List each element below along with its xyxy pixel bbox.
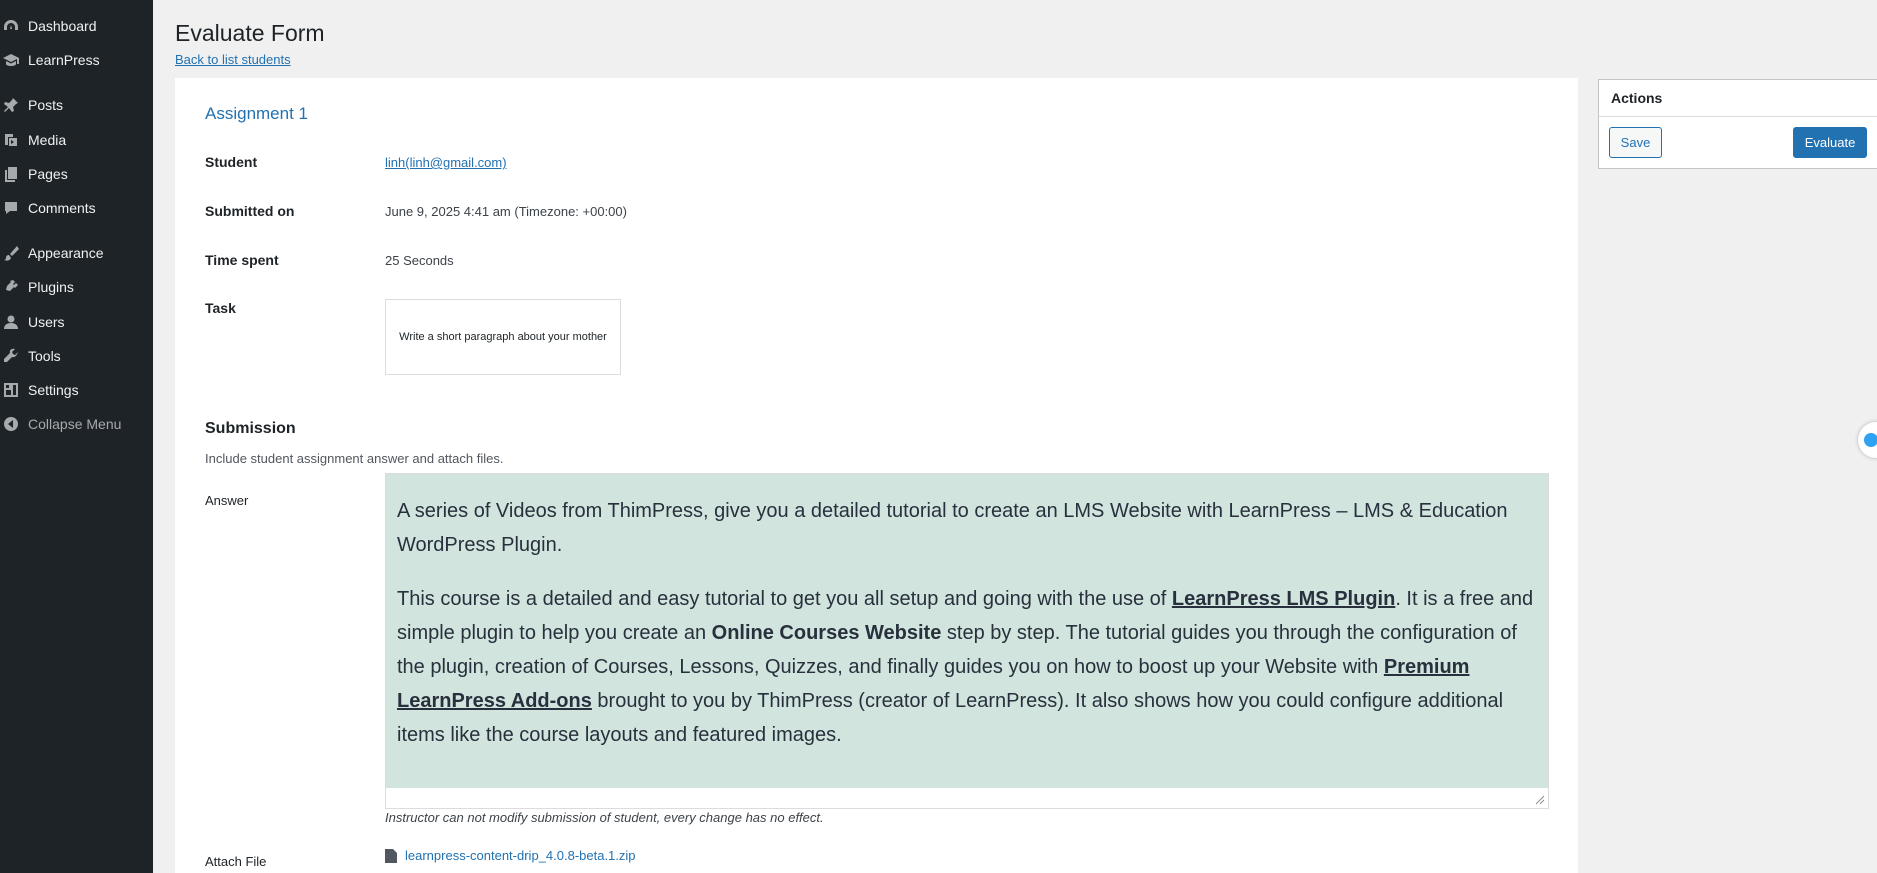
sidebar-item-settings[interactable]: Settings xyxy=(0,376,153,404)
sidebar-collapse-menu[interactable]: Collapse Menu xyxy=(0,410,153,438)
answer-paragraph-1: A series of Videos from ThimPress, give … xyxy=(397,500,1508,556)
answer-text: This course is a detailed and easy tutor… xyxy=(397,588,1172,610)
answer-bold-text: Online Courses Website xyxy=(711,622,942,644)
sidebar-item-label: Collapse Menu xyxy=(28,416,122,432)
sidebar-item-comments[interactable]: Comments xyxy=(0,194,153,222)
sidebar-item-label: Posts xyxy=(28,97,64,113)
evaluate-button[interactable]: Evaluate xyxy=(1793,127,1867,158)
media-icon xyxy=(0,130,22,150)
sidebar-item-learnpress[interactable]: LearnPress xyxy=(0,46,153,74)
attached-file[interactable]: learnpress-content-drip_4.0.8-beta.1.zip xyxy=(385,848,636,863)
collapse-icon xyxy=(0,414,22,434)
answer-editor[interactable]: A series of Videos from ThimPress, give … xyxy=(385,473,1549,809)
learnpress-lms-plugin-link[interactable]: LearnPress LMS Plugin xyxy=(1172,588,1395,610)
sidebar-item-label: Settings xyxy=(28,382,79,398)
plug-icon xyxy=(0,277,22,297)
admin-sidebar: Dashboard LearnPress Posts Media Pages C… xyxy=(0,0,153,873)
actions-title: Actions xyxy=(1599,80,1877,117)
file-icon xyxy=(385,848,397,863)
sidebar-item-label: Users xyxy=(28,314,65,330)
sidebar-item-appearance[interactable]: Appearance xyxy=(0,239,153,267)
learnpress-icon xyxy=(0,50,22,70)
sidebar-item-label: Dashboard xyxy=(28,18,97,34)
resize-handle-icon[interactable] xyxy=(1535,795,1545,805)
actions-box: Actions Save Evaluate xyxy=(1598,79,1877,169)
task-label: Task xyxy=(205,300,236,316)
dashboard-icon xyxy=(0,16,22,36)
instructor-note: Instructor can not modify submission of … xyxy=(385,810,824,825)
back-to-list-link[interactable]: Back to list students xyxy=(175,52,291,67)
sidebar-item-label: Tools xyxy=(28,348,61,364)
answer-content[interactable]: A series of Videos from ThimPress, give … xyxy=(386,474,1548,788)
comment-icon xyxy=(0,198,22,218)
sidebar-item-plugins[interactable]: Plugins xyxy=(0,273,153,301)
floating-widget-button[interactable] xyxy=(1858,422,1877,458)
sidebar-item-label: Plugins xyxy=(28,279,74,295)
user-icon xyxy=(0,312,22,332)
wrench-icon xyxy=(0,346,22,366)
answer-paragraph-2: This course is a detailed and easy tutor… xyxy=(397,582,1537,752)
sidebar-item-label: Comments xyxy=(28,200,96,216)
settings-icon xyxy=(0,380,22,400)
evaluate-form-panel: Assignment 1 Student linh(linh@gmail.com… xyxy=(175,78,1578,873)
sidebar-item-tools[interactable]: Tools xyxy=(0,342,153,370)
student-link[interactable]: linh(linh@gmail.com) xyxy=(385,155,507,170)
sidebar-item-label: Appearance xyxy=(28,245,104,261)
pages-icon xyxy=(0,164,22,184)
pin-icon xyxy=(0,95,22,115)
submission-description: Include student assignment answer and at… xyxy=(205,451,504,466)
sidebar-item-posts[interactable]: Posts xyxy=(0,91,153,119)
sidebar-item-media[interactable]: Media xyxy=(0,126,153,154)
sidebar-item-dashboard[interactable]: Dashboard xyxy=(0,12,153,40)
sidebar-item-users[interactable]: Users xyxy=(0,308,153,336)
time-spent-value: 25 Seconds xyxy=(385,253,454,268)
page-title: Evaluate Form xyxy=(175,20,325,46)
assignment-title: Assignment 1 xyxy=(205,104,308,123)
answer-label: Answer xyxy=(205,493,249,508)
sidebar-item-pages[interactable]: Pages xyxy=(0,160,153,188)
widget-icon xyxy=(1864,433,1877,447)
task-content: Write a short paragraph about your mothe… xyxy=(385,299,621,375)
submitted-label: Submitted on xyxy=(205,203,295,219)
attach-file-label: Attach File xyxy=(205,854,267,869)
submission-title: Submission xyxy=(205,420,296,437)
time-spent-label: Time spent xyxy=(205,252,279,268)
brush-icon xyxy=(0,243,22,263)
student-label: Student xyxy=(205,154,258,170)
save-button[interactable]: Save xyxy=(1609,127,1662,158)
attached-file-name[interactable]: learnpress-content-drip_4.0.8-beta.1.zip xyxy=(405,848,636,863)
sidebar-item-label: Pages xyxy=(28,166,68,182)
sidebar-item-label: LearnPress xyxy=(28,52,100,68)
submitted-value: June 9, 2025 4:41 am (Timezone: +00:00) xyxy=(385,204,627,219)
student-value: linh(linh@gmail.com) xyxy=(385,155,507,170)
sidebar-item-label: Media xyxy=(28,132,67,148)
